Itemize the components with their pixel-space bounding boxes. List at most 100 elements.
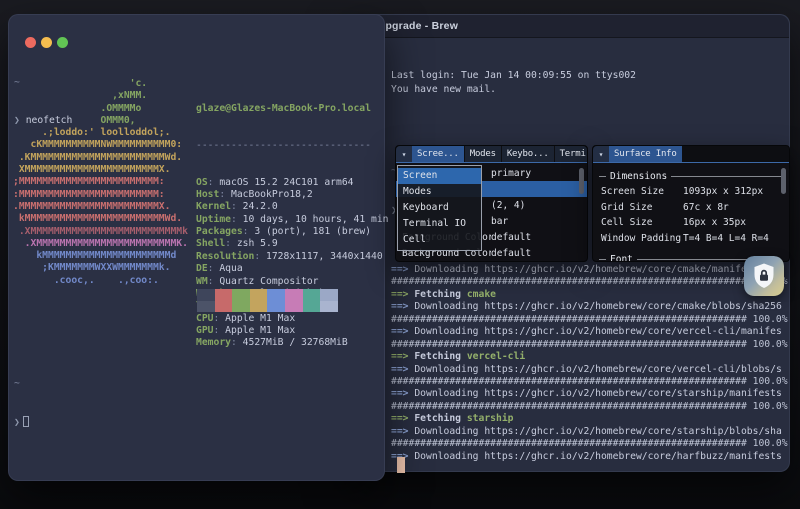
ascii-art-line: OMMM0,: [13, 115, 188, 127]
system-info-line: Memory: 4527MiB / 32768MiB: [196, 337, 388, 349]
palette-swatch: [215, 289, 233, 301]
topgrade-titlebar[interactable]: Topgrade - Brew: [348, 15, 789, 38]
neofetch-terminal-window[interactable]: ~ ❯ neofetch 'c. ,xNMM. .OMMMMo OMMM0, .…: [8, 14, 385, 481]
surface-info-row: Window PaddingT=4 B=4 L=4 R=4: [593, 231, 789, 247]
inspector-tabs: Scree...ModesKeybo...Termi...Cell: [412, 146, 587, 162]
terminal-line: ==> Fetching vercel-cli: [391, 351, 788, 363]
terminal-color-palette: [197, 289, 338, 312]
system-info-line: Shell: zsh 5.9: [196, 238, 388, 250]
inspector-tabbar: ▾ Surface Info: [593, 146, 789, 163]
system-info-line: WM: Quartz Compositor: [196, 276, 388, 288]
inspector-tab[interactable]: Termi...: [555, 146, 587, 162]
screen-dropdown[interactable]: ScreenModesKeyboardTerminal IOCell: [397, 165, 482, 251]
ascii-art-line: cKMMMMMMMMMMNWMMMMMMMMMM0:: [13, 139, 188, 151]
row-value: 1093px x 312px: [683, 186, 763, 197]
text-segment: ########################################…: [391, 339, 788, 350]
window-menu-icon[interactable]: ▾: [396, 146, 412, 162]
text-segment: Memory: [196, 337, 231, 348]
text-segment: Fetching: [414, 289, 467, 300]
text-segment: :: [219, 189, 231, 200]
row-value: 67c x 8r: [683, 202, 729, 213]
prompt-cwd-line: ~: [14, 378, 49, 391]
tab-surface-info[interactable]: Surface Info: [609, 146, 682, 162]
ascii-art-line: .MMMMMMMMMMMMMMMMMMMMMMMMX.: [13, 201, 188, 213]
inspector-tabbar: ▾ Scree...ModesKeybo...Termi...Cell: [396, 146, 587, 163]
section-title: Font: [610, 254, 633, 261]
zoom-button-icon[interactable]: [57, 37, 68, 48]
surface-info-body: Dimensions Screen Size1093px x 312pxGrid…: [593, 163, 789, 261]
text-segment: Apple M1 Max: [225, 313, 295, 324]
text-segment: DE: [196, 263, 208, 274]
terminal-line: ==> Downloading https://ghcr.io/v2/homeb…: [391, 426, 788, 438]
row-label: Cell Size: [601, 217, 683, 228]
terminal-line: ########################################…: [391, 401, 788, 413]
dropdown-item[interactable]: Screen: [398, 168, 481, 184]
row-value: 16px x 35px: [683, 217, 746, 228]
inspector-tab[interactable]: Scree...: [412, 146, 464, 162]
palette-swatch: [197, 301, 215, 313]
text-segment: :: [214, 313, 226, 324]
ascii-art-line: .XMMMMMMMMMMMMMMMMMMMMMMMMK.: [13, 238, 188, 250]
lock-badge-icon[interactable]: [744, 256, 784, 296]
blank-line: [391, 123, 786, 137]
dropdown-item[interactable]: Terminal IO: [398, 216, 481, 232]
dropdown-item[interactable]: Cell: [398, 232, 481, 248]
terminal-line: ########################################…: [391, 438, 788, 450]
minimize-button-icon[interactable]: [41, 37, 52, 48]
text-segment: Downloading https://ghcr.io/v2/homebrew/…: [414, 388, 781, 399]
system-info-line: CPU: Apple M1 Max: [196, 313, 388, 325]
terminal-block-cursor: [397, 457, 405, 473]
text-segment: Aqua: [219, 263, 242, 274]
text-segment: ########################################…: [391, 276, 788, 287]
text-segment: 3 (port), 181 (brew): [254, 226, 371, 237]
dropdown-item[interactable]: Keyboard: [398, 200, 481, 216]
ascii-art-line: kMMMMMMMMMMMMMMMMMMMMMMMMWd.: [13, 213, 188, 225]
palette-swatch: [267, 289, 285, 301]
text-segment: 24.2.0: [243, 201, 278, 212]
text-segment: Downloading https://ghcr.io/v2/homebrew/…: [414, 451, 781, 462]
scrollbar-thumb[interactable]: [781, 168, 786, 194]
separator-line: [599, 176, 606, 177]
inspector-tab[interactable]: Modes: [465, 146, 501, 162]
terminal-line: ==> Downloading https://ghcr.io/v2/homeb…: [391, 326, 788, 338]
text-segment: :: [208, 276, 220, 287]
text-segment: zsh 5.9: [237, 238, 278, 249]
terminal-line: ########################################…: [391, 276, 788, 288]
text-segment: OS: [196, 177, 208, 188]
dropdown-item[interactable]: Modes: [398, 184, 481, 200]
section-title: Dimensions: [610, 171, 667, 182]
text-segment: ==>: [391, 289, 414, 300]
inspector-surface-panel[interactable]: ▾ Surface Info Dimensions Screen Size109…: [592, 145, 790, 262]
inspector-screen-panel[interactable]: ▾ Scree...ModesKeybo...Termi...Cell prim…: [395, 145, 588, 262]
scrollbar-thumb[interactable]: [579, 168, 584, 194]
text-segment: Downloading https://ghcr.io/v2/homebrew/…: [414, 301, 781, 312]
palette-swatch: [215, 301, 233, 313]
text-segment: ==>: [391, 413, 414, 424]
close-button-icon[interactable]: [25, 37, 36, 48]
window-menu-icon[interactable]: ▾: [593, 146, 609, 162]
palette-swatch: [303, 301, 321, 313]
terminal-line: ########################################…: [391, 376, 788, 388]
system-info-line: Host: MacBookPro18,2: [196, 189, 388, 201]
section-header-dimensions: Dimensions: [599, 169, 781, 184]
text-segment: ########################################…: [391, 438, 788, 449]
text-segment: vercel-cli: [467, 351, 525, 362]
terminal-line: ==> Downloading https://ghcr.io/v2/homeb…: [391, 301, 788, 313]
window-title: Topgrade - Brew: [373, 20, 458, 32]
palette-swatch: [197, 289, 215, 301]
text-segment: Kernel: [196, 201, 231, 212]
system-info-line: Uptime: 10 days, 10 hours, 41 min: [196, 214, 388, 226]
text-segment: Quartz Compositor: [219, 276, 318, 287]
text-segment: ==>: [391, 264, 414, 275]
brew-output: ==> Downloading https://ghcr.io/v2/homeb…: [391, 264, 788, 463]
palette-swatch: [303, 289, 321, 301]
separator-line: [599, 259, 606, 260]
terminal-line: ==> Downloading https://ghcr.io/v2/homeb…: [391, 388, 788, 400]
shell-prompt: ~ ❯: [14, 352, 49, 455]
text-segment: :: [254, 251, 266, 262]
system-info-line: GPU: Apple M1 Max: [196, 325, 388, 337]
inspector-tab[interactable]: Keybo...: [502, 146, 554, 162]
system-info-line: DE: Aqua: [196, 263, 388, 275]
palette-swatch: [285, 289, 303, 301]
text-segment: Fetching: [414, 351, 467, 362]
